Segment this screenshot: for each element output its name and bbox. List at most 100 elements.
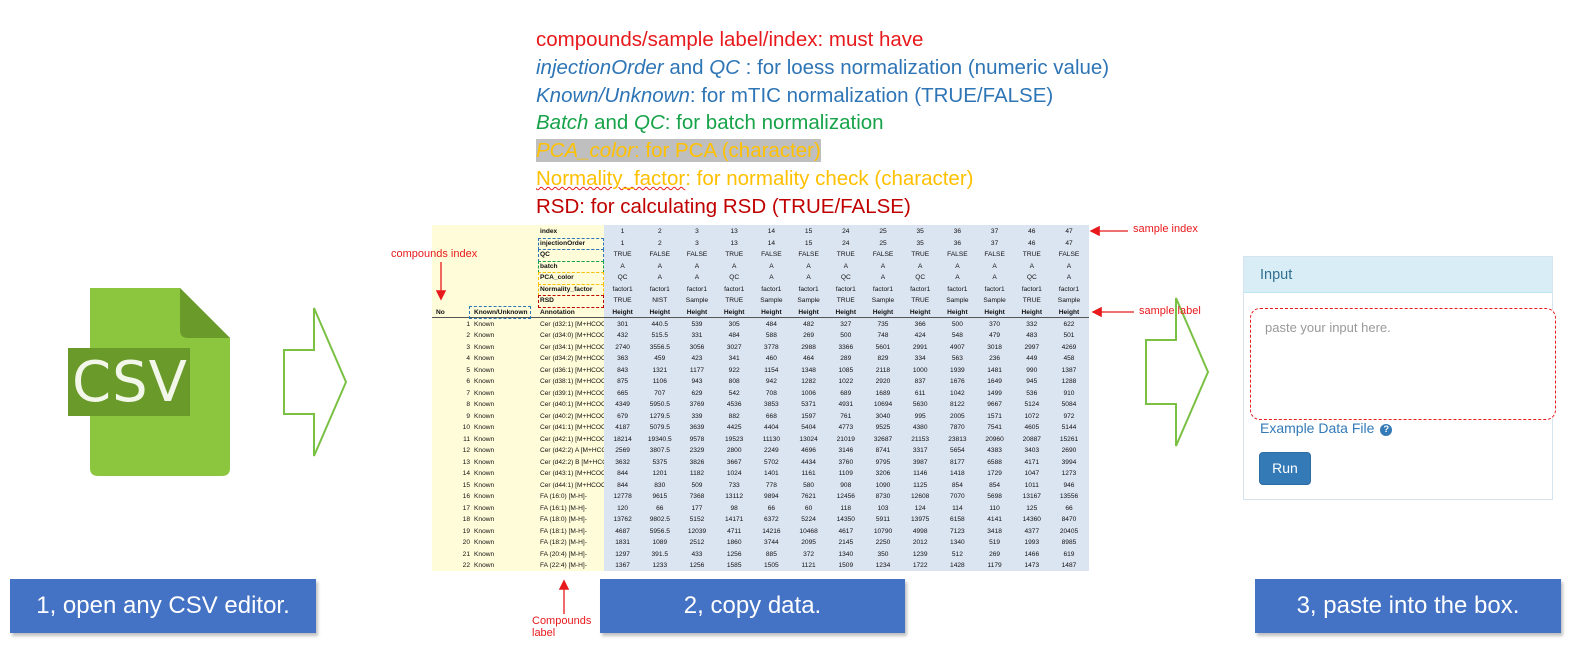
value-cell: 1042	[950, 389, 965, 397]
value-cell: 1340	[950, 539, 965, 546]
value-cell: 1234	[875, 562, 891, 569]
value-cell: 424	[914, 332, 926, 339]
value-cell: 19523	[725, 435, 744, 443]
value-cell: 4377	[1024, 527, 1040, 535]
value-cell: 9578	[689, 435, 705, 443]
row-no: 15	[462, 481, 470, 489]
row-known: Known	[474, 516, 495, 523]
table-row: 12 Known Cer (d42:2) A [M+HCO 2569 3807.5 232…	[432, 445, 1089, 457]
compounds-index-annotation: compounds index	[391, 248, 478, 260]
value-cell: 484	[728, 332, 740, 339]
value-cell: 366	[914, 320, 926, 328]
value-cell: 484	[765, 320, 777, 328]
meta-cell: 13	[730, 228, 738, 235]
row-no: 18	[462, 516, 470, 523]
paste-input-textarea[interactable]: paste your input here.	[1250, 308, 1556, 420]
meta-cell: A	[1066, 262, 1072, 270]
value-cell: 1279.5	[649, 412, 670, 420]
meta-cell: A	[1066, 274, 1072, 281]
value-cell: 2118	[875, 366, 891, 374]
meta-cell: 2	[657, 239, 662, 247]
value-cell: 1072	[1024, 412, 1040, 420]
value-cell: 2991	[912, 343, 928, 351]
value-cell: 5956.5	[649, 527, 670, 535]
run-button[interactable]: Run	[1259, 452, 1311, 485]
value-cell: 2569	[615, 447, 630, 454]
row-annotation: FA (20:4) [M-H]-	[540, 550, 587, 558]
table-row: 3 Known Cer (d34:1) [M+HCOO 2740 3556.5 3056 3…	[432, 342, 1089, 354]
value-cell: 20405	[1059, 527, 1079, 535]
value-cell: 7541	[987, 424, 1002, 431]
value-cell: 622	[1063, 320, 1075, 328]
meta-cell: 37	[990, 239, 999, 247]
value-cell: 114	[952, 504, 963, 512]
meta-cell: factor1	[835, 285, 856, 293]
meta-cell: A	[657, 262, 662, 270]
question-circle-icon[interactable]: ?	[1380, 424, 1393, 436]
value-cell: 9894	[764, 493, 779, 500]
value-cell: 4269	[1061, 343, 1077, 351]
value-cell: 2329	[689, 447, 705, 454]
value-cell: 665	[617, 389, 629, 397]
value-cell: 301	[617, 320, 629, 328]
meta-cell: factor1	[947, 285, 968, 293]
row-known: Known	[474, 562, 495, 569]
value-cell: 1085	[838, 366, 854, 374]
value-cell: 843	[617, 366, 629, 374]
value-cell: 9525	[875, 424, 891, 431]
value-cell: 269	[989, 550, 1001, 558]
row-no: 10	[462, 424, 470, 431]
value-cell: 66	[1065, 504, 1073, 512]
meta-cell: 36	[953, 228, 962, 235]
value-cell: 1161	[801, 470, 816, 477]
row-known: Known	[474, 447, 495, 454]
value-cell: 2012	[912, 539, 928, 546]
value-cell: 327	[840, 320, 852, 328]
value-cell: 8177	[950, 458, 965, 466]
table-row: 4 Known Cer (d34:2) [M+HCOO 363 459 423 341 460…	[432, 353, 1089, 365]
header-height: Height	[798, 308, 819, 316]
row-known: Known	[474, 458, 495, 466]
meta-cell: A	[620, 262, 625, 270]
input-panel: Input paste your input here. Example Dat…	[1243, 256, 1556, 500]
meta-cell: A	[694, 262, 700, 270]
value-cell: 1239	[912, 550, 928, 558]
value-cell: 21019	[836, 435, 855, 443]
meta-cell: Sample	[1057, 297, 1081, 304]
header-height: Height	[909, 308, 931, 316]
value-cell: 23813	[948, 435, 967, 443]
meta-cell: A	[806, 262, 811, 270]
step-1-label: 1, open any CSV editor.	[10, 579, 316, 633]
value-cell: 370	[989, 320, 1001, 328]
table-row: 6 Known Cer (d38:1) [M+HCOO 875 1106 943 808 94…	[432, 376, 1089, 388]
value-cell: 5124	[1024, 401, 1040, 408]
meta-cell: A	[992, 274, 997, 281]
row-known: Known	[474, 493, 495, 500]
meta-cell: NIST	[652, 297, 668, 304]
meta-cell: 47	[1065, 228, 1073, 235]
meta-cell: TRUE	[836, 297, 855, 304]
value-cell: 19340.5	[647, 435, 672, 443]
row-no: 11	[463, 435, 470, 443]
value-cell: 4711	[727, 527, 742, 535]
row-no: 14	[462, 470, 470, 477]
value-cell: 10468	[799, 527, 818, 535]
value-cell: 611	[914, 389, 926, 397]
row-no: 8	[466, 401, 470, 408]
meta-cell: 46	[1028, 228, 1036, 235]
value-cell: 854	[951, 481, 963, 489]
value-cell: 2005	[950, 412, 965, 420]
value-cell: 2095	[801, 539, 816, 546]
meta-cell: factor1	[612, 285, 633, 293]
meta-cell: Sample	[983, 297, 1006, 304]
value-cell: 10694	[873, 401, 893, 408]
value-cell: 331	[691, 332, 703, 339]
meta-cell: A	[731, 262, 737, 270]
value-cell: 1011	[1024, 481, 1039, 489]
value-cell: 908	[840, 481, 852, 489]
value-cell: 500	[951, 320, 963, 328]
example-data-file-link[interactable]: Example Data File ?	[1260, 420, 1393, 436]
value-cell: 236	[989, 355, 1001, 362]
meta-cell: 35	[916, 228, 924, 235]
value-cell: 1340	[838, 550, 854, 558]
